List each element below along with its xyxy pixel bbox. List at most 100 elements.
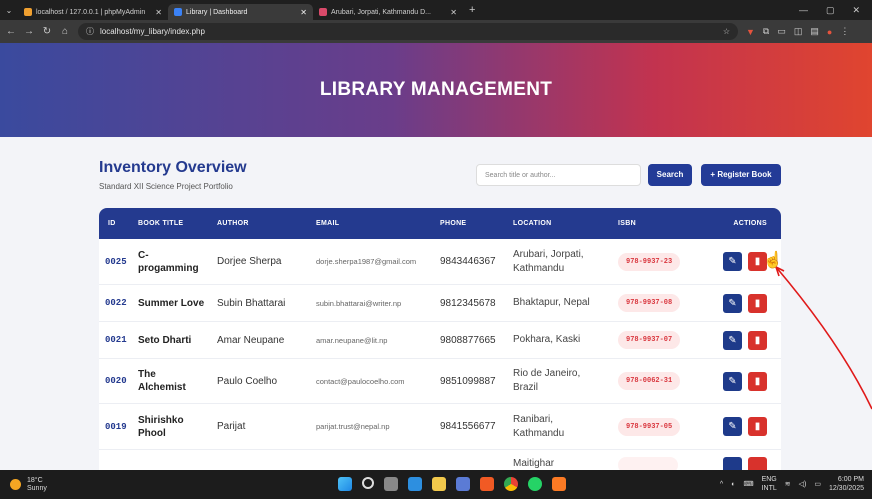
- cell-isbn: 978-9937-08: [618, 294, 713, 312]
- search-input[interactable]: Search title or author...: [476, 164, 641, 186]
- brave-browser-icon[interactable]: [480, 477, 494, 491]
- table-header: ID BOOK TITLE AUTHOR EMAIL PHONE LOCATIO…: [99, 208, 781, 239]
- cell-author: Amar Neupane: [217, 334, 285, 346]
- address-bar[interactable]: ⓘ localhost/my_libary/index.php ☆: [78, 23, 738, 40]
- url-text: localhost/my_libary/index.php: [100, 27, 205, 36]
- keyboard-icon[interactable]: ⌨: [743, 480, 753, 489]
- bookmark-star-icon[interactable]: ☆: [723, 27, 730, 36]
- location-favicon-icon: [319, 8, 327, 16]
- cell-email: subin.bhattarai@writer.np: [316, 298, 402, 308]
- edit-button[interactable]: ✎: [723, 252, 742, 271]
- trash-icon: ▮: [754, 297, 761, 309]
- cell-isbn: 978-0062-31: [618, 372, 713, 390]
- chrome-icon[interactable]: [504, 477, 518, 491]
- screenshot-icon[interactable]: ◫: [794, 26, 803, 37]
- page-title: LIBRARY MANAGEMENT: [319, 79, 553, 100]
- cell-phone: 9843446367: [440, 256, 496, 267]
- xampp-icon[interactable]: [552, 477, 566, 491]
- cell-author: Paulo Coelho: [217, 375, 278, 387]
- forward-icon[interactable]: →: [22, 26, 36, 37]
- close-icon[interactable]: ✕: [444, 8, 457, 17]
- tab-location-search[interactable]: Arubari, Jorpati, Kathmandu D... ✕: [313, 4, 463, 20]
- brave-shield-icon[interactable]: ▼: [746, 27, 755, 37]
- minimize-icon[interactable]: —: [799, 5, 808, 16]
- search-button[interactable]: Search: [648, 164, 692, 186]
- menu-icon[interactable]: ⋮: [840, 26, 849, 37]
- system-tray: ^ ◐ ⌨ ENG INTL ≋ ◁) ▭ 6:00 PM 12/30/2025: [720, 475, 864, 493]
- register-book-button[interactable]: + Register Book: [701, 164, 781, 186]
- close-icon[interactable]: ✕: [149, 8, 162, 17]
- trash-icon: ▮: [754, 256, 761, 267]
- close-icon[interactable]: ✕: [294, 8, 307, 17]
- volume-icon[interactable]: ◁): [799, 480, 807, 489]
- cell-author: Dorjee Sherpa: [217, 256, 282, 267]
- edit-button[interactable]: ✎: [723, 417, 742, 436]
- delete-button[interactable]: ▮: [748, 330, 767, 350]
- inventory-table: ID BOOK TITLE AUTHOR EMAIL PHONE LOCATIO…: [99, 208, 781, 470]
- weather-temp: 18°C: [27, 476, 43, 484]
- extensions-icon[interactable]: ⧉: [763, 26, 769, 37]
- inventory-header: Inventory Overview Standard XII Science …: [99, 159, 247, 191]
- wifi-icon[interactable]: ≋: [785, 480, 791, 489]
- home-icon[interactable]: ⌂: [58, 26, 72, 37]
- cell-actions: ✎ ▮: [713, 330, 781, 350]
- vscode-icon[interactable]: [408, 477, 422, 491]
- cell-email: contact@paulocoelho.com: [316, 376, 405, 386]
- phpmyadmin-favicon-icon: [24, 8, 32, 16]
- battery-icon[interactable]: ▭: [814, 480, 821, 489]
- back-icon[interactable]: ←: [4, 26, 18, 37]
- delete-button[interactable]: ▮: [748, 371, 767, 391]
- hero-banner: LIBRARY MANAGEMENT: [0, 43, 872, 137]
- close-window-icon[interactable]: ✕: [852, 5, 860, 16]
- whatsapp-icon[interactable]: [528, 477, 542, 491]
- windows-start-icon[interactable]: [338, 477, 352, 491]
- isbn-badge: [618, 457, 678, 470]
- edit-button[interactable]: [723, 457, 742, 470]
- new-tab-button[interactable]: +: [469, 4, 475, 16]
- search-icon[interactable]: [362, 477, 374, 489]
- profile-avatar-icon[interactable]: ●: [827, 27, 832, 37]
- delete-button[interactable]: ▮: [748, 417, 767, 436]
- cell-id: 0022: [105, 298, 127, 308]
- header-location: LOCATION: [513, 220, 552, 227]
- inventory-subtitle: Standard XII Science Project Portfolio: [99, 182, 233, 191]
- cell-title: Summer Love: [138, 297, 205, 309]
- tab-library-dashboard[interactable]: Library | Dashboard ✕: [168, 4, 313, 20]
- cell-actions: [713, 457, 781, 470]
- edit-button[interactable]: ✎: [723, 293, 742, 313]
- taskbar-apps: [338, 477, 566, 491]
- delete-button[interactable]: ▮: [748, 293, 767, 313]
- delete-button[interactable]: [748, 457, 767, 470]
- weather-widget[interactable]: 18°C Sunny: [10, 477, 47, 493]
- edit-button[interactable]: ✎: [723, 330, 742, 350]
- tab-phpmyadmin[interactable]: localhost / 127.0.0.1 | phpMyAdmin ✕: [18, 4, 168, 20]
- maximize-icon[interactable]: ▢: [826, 5, 835, 16]
- edit-button[interactable]: ✎: [723, 371, 742, 391]
- split-view-icon[interactable]: ▭: [777, 26, 786, 37]
- file-explorer-icon[interactable]: [432, 477, 446, 491]
- cell-id: 0025: [105, 256, 127, 267]
- cell-id: 0019: [105, 421, 127, 432]
- tray-app-icon[interactable]: ◐: [731, 480, 735, 489]
- store-icon[interactable]: [456, 477, 470, 491]
- sidebar-icon[interactable]: ▤: [810, 26, 819, 37]
- tab-label: Arubari, Jorpati, Kathmandu D...: [331, 8, 431, 16]
- cell-actions: ✎ ▮: [713, 293, 781, 313]
- isbn-badge: 978-0062-31: [618, 372, 681, 390]
- clock[interactable]: 6:00 PM 12/30/2025: [829, 475, 864, 493]
- table-row: 0025 C-progamming Dorjee Sherpa dorje.sh…: [99, 239, 781, 285]
- cell-author: Parijat: [217, 421, 246, 432]
- trash-icon: ▮: [754, 421, 761, 432]
- lang-code: ENG: [761, 476, 777, 483]
- cell-id: 0020: [105, 376, 127, 386]
- site-info-icon[interactable]: ⓘ: [86, 26, 94, 37]
- browser-nav-bar: ← → ↻ ⌂ ⓘ localhost/my_libary/index.php …: [0, 20, 872, 43]
- language-indicator[interactable]: ENG INTL: [762, 475, 777, 493]
- tab-list-button[interactable]: ⌄: [0, 6, 18, 15]
- table-row: Maitighar: [99, 450, 781, 470]
- chevron-up-icon[interactable]: ^: [720, 480, 723, 489]
- task-view-icon[interactable]: [384, 477, 398, 491]
- isbn-badge: 978-9937-07: [618, 331, 681, 349]
- reload-icon[interactable]: ↻: [40, 26, 54, 37]
- table-row: 0019 Shirishko Phool Parijat parijat.tru…: [99, 404, 781, 450]
